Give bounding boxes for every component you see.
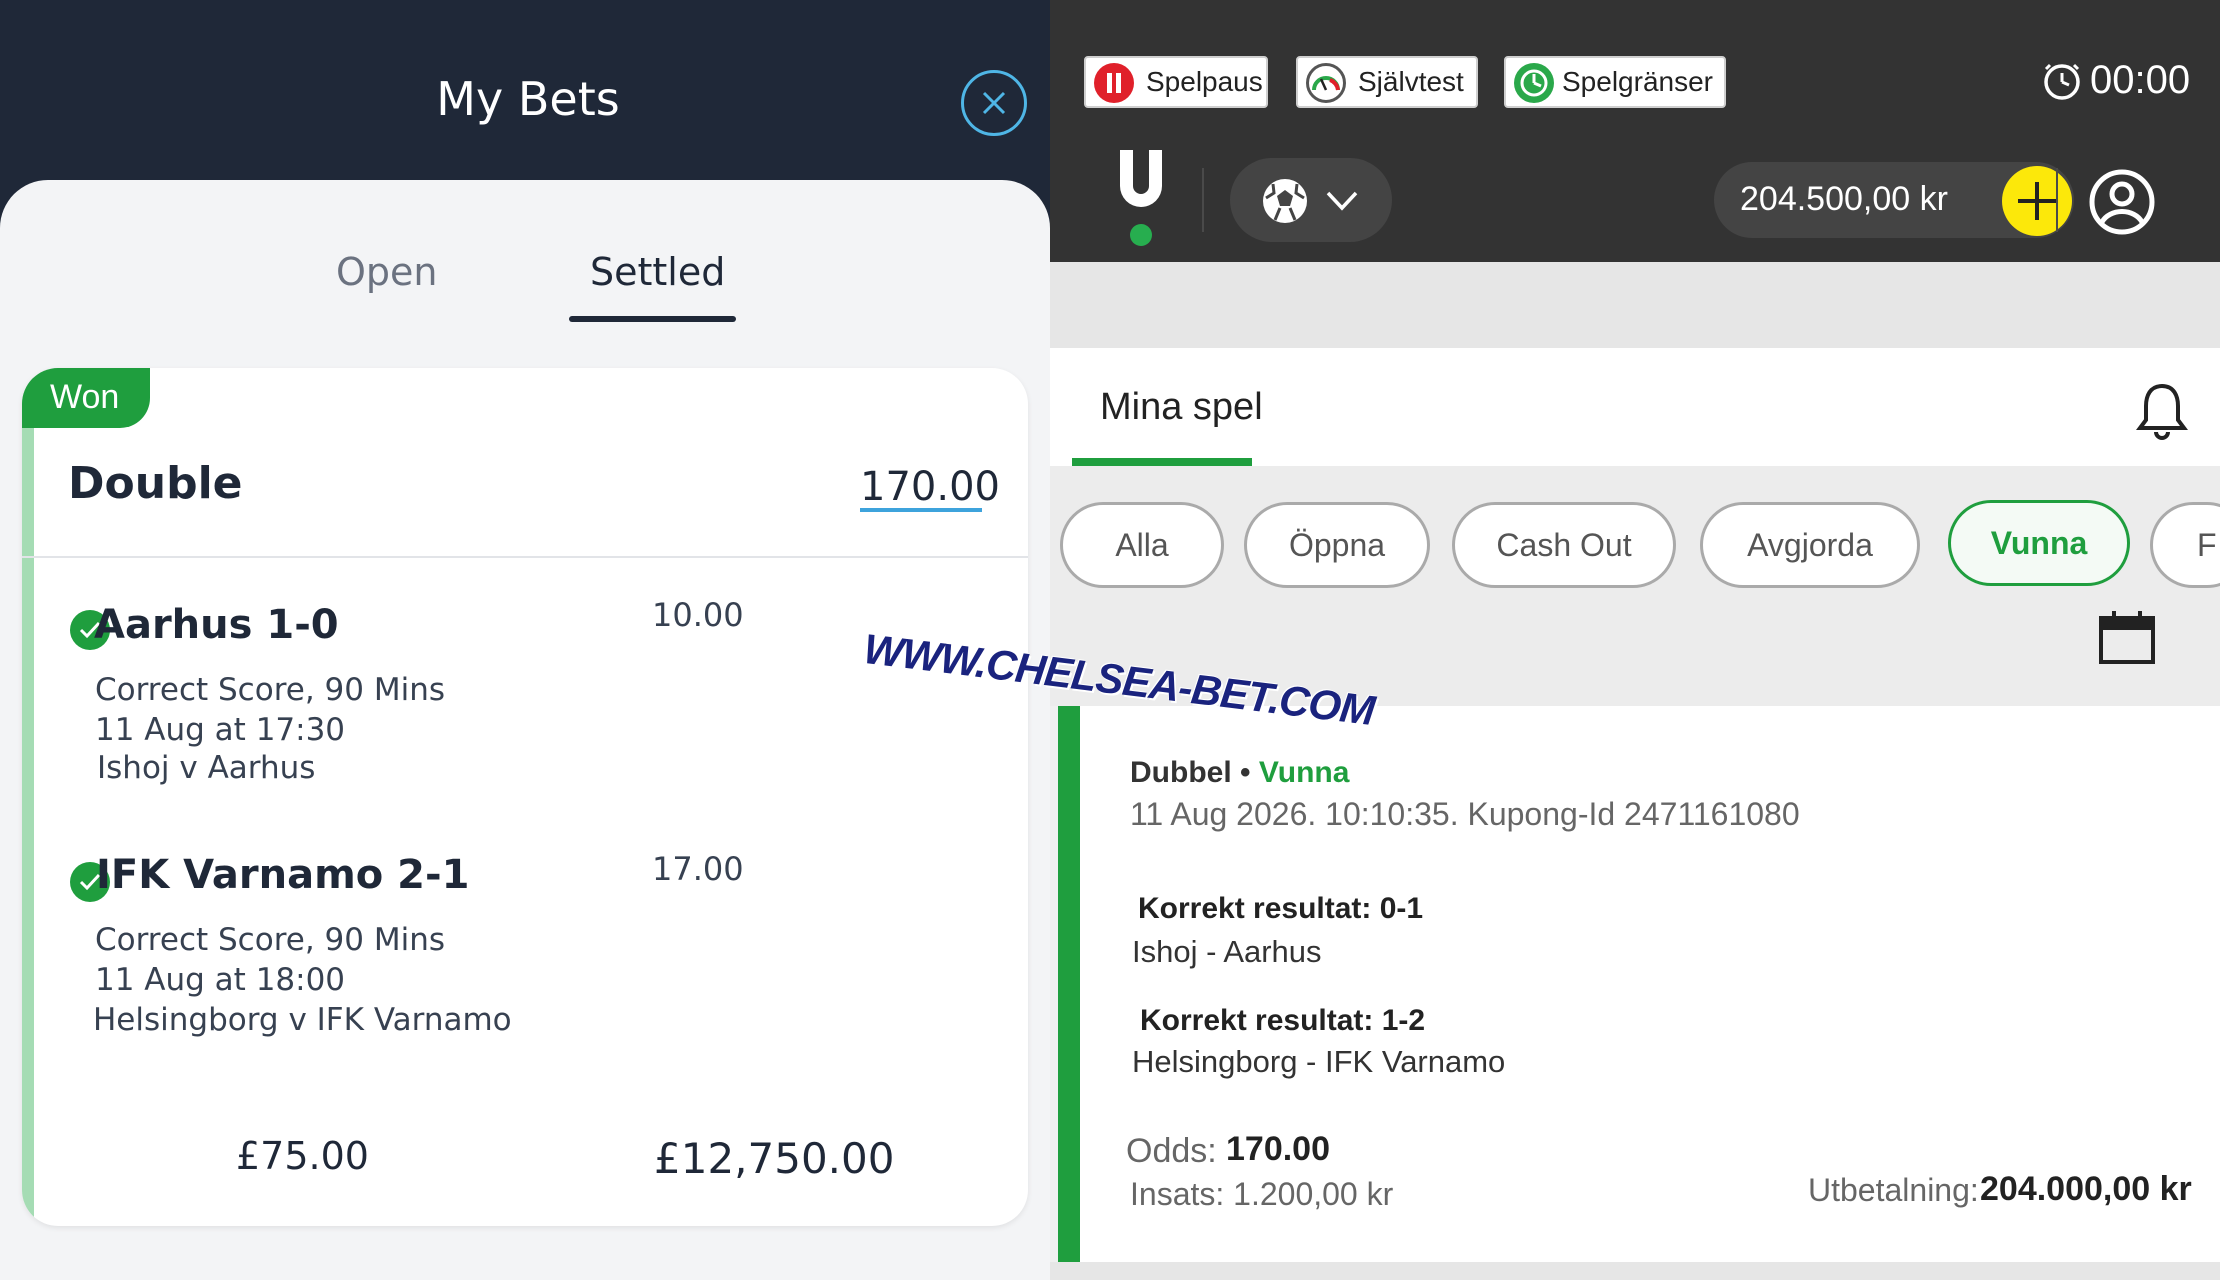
selection-label: Korrekt resultat: 1-2 (1140, 1004, 1426, 1037)
divider (22, 556, 1028, 558)
section-title[interactable]: Mina spel (1100, 386, 1263, 429)
close-button[interactable] (961, 70, 1027, 136)
divider (2056, 168, 2058, 232)
limits-icon (1514, 63, 1554, 103)
online-status-dot (1130, 224, 1152, 246)
selection-time: 11 Aug at 17:30 (95, 712, 346, 748)
spacer-strip (1050, 1262, 2220, 1280)
selection-match: Ishoj v Aarhus (97, 750, 316, 786)
filter-oppna[interactable]: Öppna (1244, 502, 1430, 588)
card-accent-bar (22, 368, 34, 1226)
pause-icon (1094, 63, 1134, 103)
selection-label: Korrekt resultat: 0-1 (1138, 892, 1424, 925)
chevron-down-icon (1326, 191, 1358, 211)
account-balance: 204.500,00 kr (1740, 180, 1948, 218)
payout-amount: 204.000,00 kr (1980, 1170, 2192, 1208)
selection-title: IFK Varnamo 2-1 (96, 852, 470, 898)
selection-match: Ishoj - Aarhus (1132, 934, 1322, 969)
sjalvtest-button[interactable]: Självtest (1296, 56, 1478, 108)
active-tab-indicator (569, 316, 736, 322)
payout-amount: £12,750.00 (654, 1134, 895, 1183)
page-title: My Bets (436, 72, 620, 126)
sport-selector[interactable] (1230, 158, 1392, 242)
stake-amount: £75.00 (236, 1134, 369, 1178)
mina-spel-panel: Spelpaus Självtest Spelgränser 00:00 204… (1050, 0, 2220, 1280)
selection-odds: 10.00 (652, 596, 744, 634)
spelpaus-label: Spelpaus (1146, 66, 1263, 97)
bet-heading: Dubbel • Vunna (1130, 756, 1349, 790)
bet-card[interactable]: Dubbel • Vunna 11 Aug 2026. 10:10:35. Ku… (1058, 706, 2220, 1262)
payout-label: Utbetalning: (1808, 1172, 1979, 1208)
bet-type: Double (68, 458, 243, 509)
selection-market: Correct Score, 90 Mins (95, 922, 445, 958)
close-icon (982, 91, 1006, 115)
selection-odds: 17.00 (652, 850, 744, 888)
gauge-icon (1306, 63, 1346, 103)
total-odds: 170.00 (860, 464, 1000, 510)
active-tab-indicator (1072, 458, 1252, 466)
tab-settled[interactable]: Settled (590, 250, 725, 294)
sjalvtest-label: Självtest (1358, 66, 1464, 97)
football-icon (1263, 179, 1307, 223)
odds-underline (860, 508, 982, 512)
filter-avgjorda[interactable]: Avgjorda (1700, 502, 1920, 588)
odds-value: 170.00 (1226, 1130, 1330, 1168)
odds-label: Odds: (1126, 1132, 1217, 1170)
filter-cash-out[interactable]: Cash Out (1452, 502, 1676, 588)
status-badge: Won (22, 368, 150, 428)
calendar-icon[interactable] (2098, 608, 2156, 666)
deposit-button[interactable] (2002, 166, 2072, 236)
bet-meta: 11 Aug 2026. 10:10:35. Kupong-Id 2471161… (1130, 796, 1800, 832)
status-badge: Vunna (1258, 756, 1350, 789)
filter-alla[interactable]: Alla (1060, 502, 1224, 588)
spelgranser-label: Spelgränser (1562, 66, 1713, 97)
filter-vunna[interactable]: Vunna (1948, 500, 2130, 586)
tab-open[interactable]: Open (336, 250, 438, 294)
selection-match: Helsingborg v IFK Varnamo (93, 1002, 512, 1038)
selection-market: Correct Score, 90 Mins (95, 672, 445, 708)
selection-match: Helsingborg - IFK Varnamo (1132, 1044, 1506, 1079)
selection-time: 11 Aug at 18:00 (95, 962, 346, 998)
bet-type: Dubbel (1130, 756, 1232, 789)
plus-icon (2018, 182, 2056, 220)
bet-card[interactable]: Won Double 170.00 Aarhus 1-0 10.00 Corre… (22, 368, 1028, 1226)
spelgranser-button[interactable]: Spelgränser (1504, 56, 1726, 108)
separator: • (1240, 756, 1251, 789)
account-icon[interactable] (2086, 166, 2158, 238)
brand-logo[interactable] (1116, 150, 1166, 208)
bell-icon[interactable] (2134, 380, 2190, 442)
stake-amount: Insats: 1.200,00 kr (1130, 1176, 1394, 1212)
spacer-strip (1050, 262, 2220, 348)
session-timer: 00:00 (2090, 58, 2191, 102)
card-accent-bar (1058, 706, 1080, 1262)
divider (1202, 168, 1204, 232)
spelpaus-button[interactable]: Spelpaus (1084, 56, 1268, 108)
clock-icon (2040, 58, 2084, 112)
selection-title: Aarhus 1-0 (94, 602, 339, 648)
